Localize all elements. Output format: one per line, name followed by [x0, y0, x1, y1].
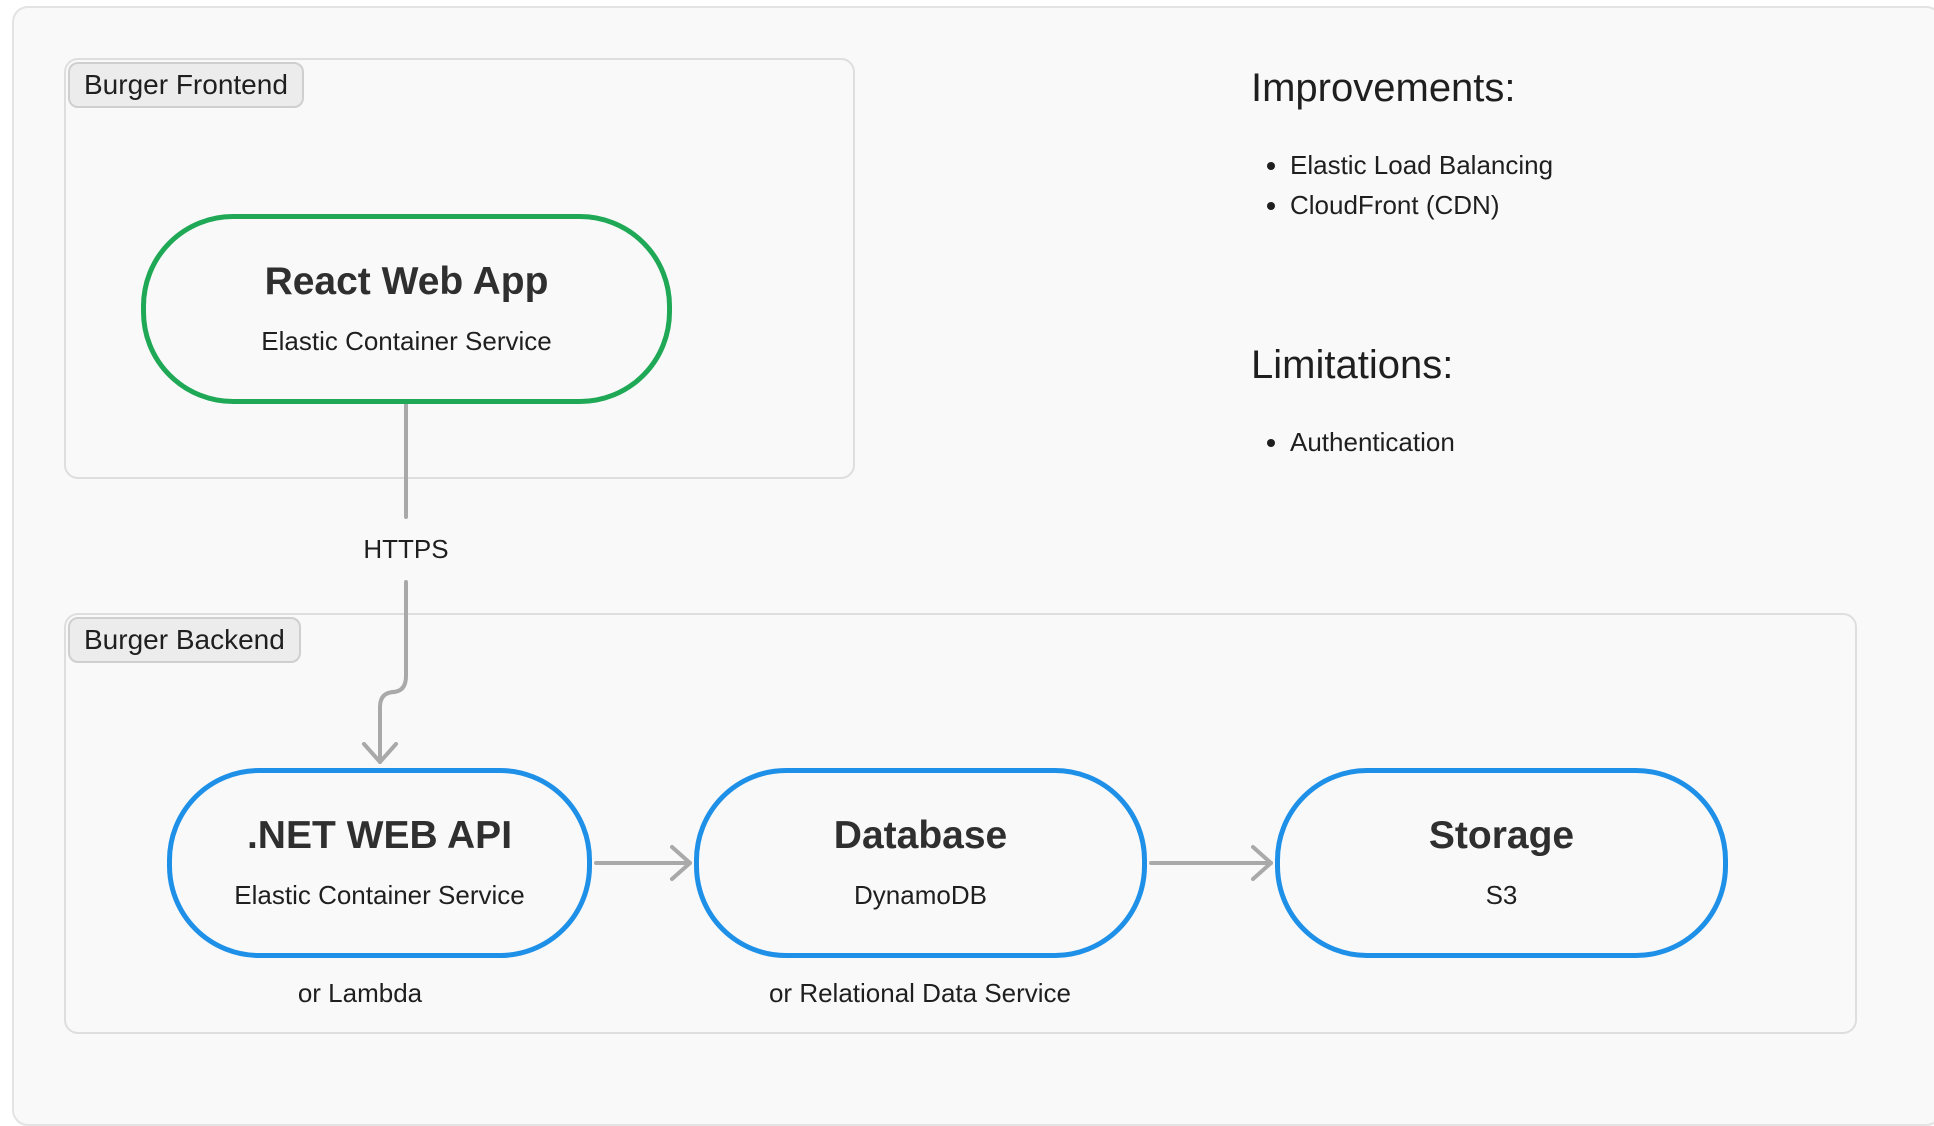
- net-web-api-node[interactable]: .NET WEB API Elastic Container Service: [167, 768, 592, 958]
- net-web-api-title: .NET WEB API: [246, 814, 513, 858]
- react-web-app-title: React Web App: [264, 260, 549, 304]
- database-node[interactable]: Database DynamoDB: [694, 768, 1147, 958]
- storage-title: Storage: [1428, 814, 1575, 858]
- storage-node[interactable]: Storage S3: [1275, 768, 1728, 958]
- react-web-app-node[interactable]: React Web App Elastic Container Service: [141, 214, 672, 404]
- limitations-heading: Limitations:: [1251, 343, 1454, 387]
- limitations-item: Authentication: [1290, 422, 1455, 462]
- improvements-item: CloudFront (CDN): [1290, 185, 1553, 225]
- improvements-list: Elastic Load Balancing CloudFront (CDN): [1250, 145, 1553, 225]
- edge-https-to-api: [378, 580, 408, 764]
- https-edge-label: HTTPS: [363, 534, 449, 564]
- improvements-item: Elastic Load Balancing: [1290, 145, 1553, 185]
- improvements-heading: Improvements:: [1251, 66, 1516, 110]
- limitations-list: Authentication: [1250, 422, 1455, 462]
- database-subtitle: DynamoDB: [854, 879, 987, 910]
- net-web-api-subtitle: Elastic Container Service: [234, 879, 525, 910]
- api-alternative-note: or Lambda: [297, 978, 423, 1008]
- storage-subtitle: S3: [1485, 879, 1518, 910]
- react-web-app-subtitle: Elastic Container Service: [261, 325, 552, 356]
- database-title: Database: [833, 814, 1008, 858]
- database-alternative-note: or Relational Data Service: [768, 978, 1072, 1008]
